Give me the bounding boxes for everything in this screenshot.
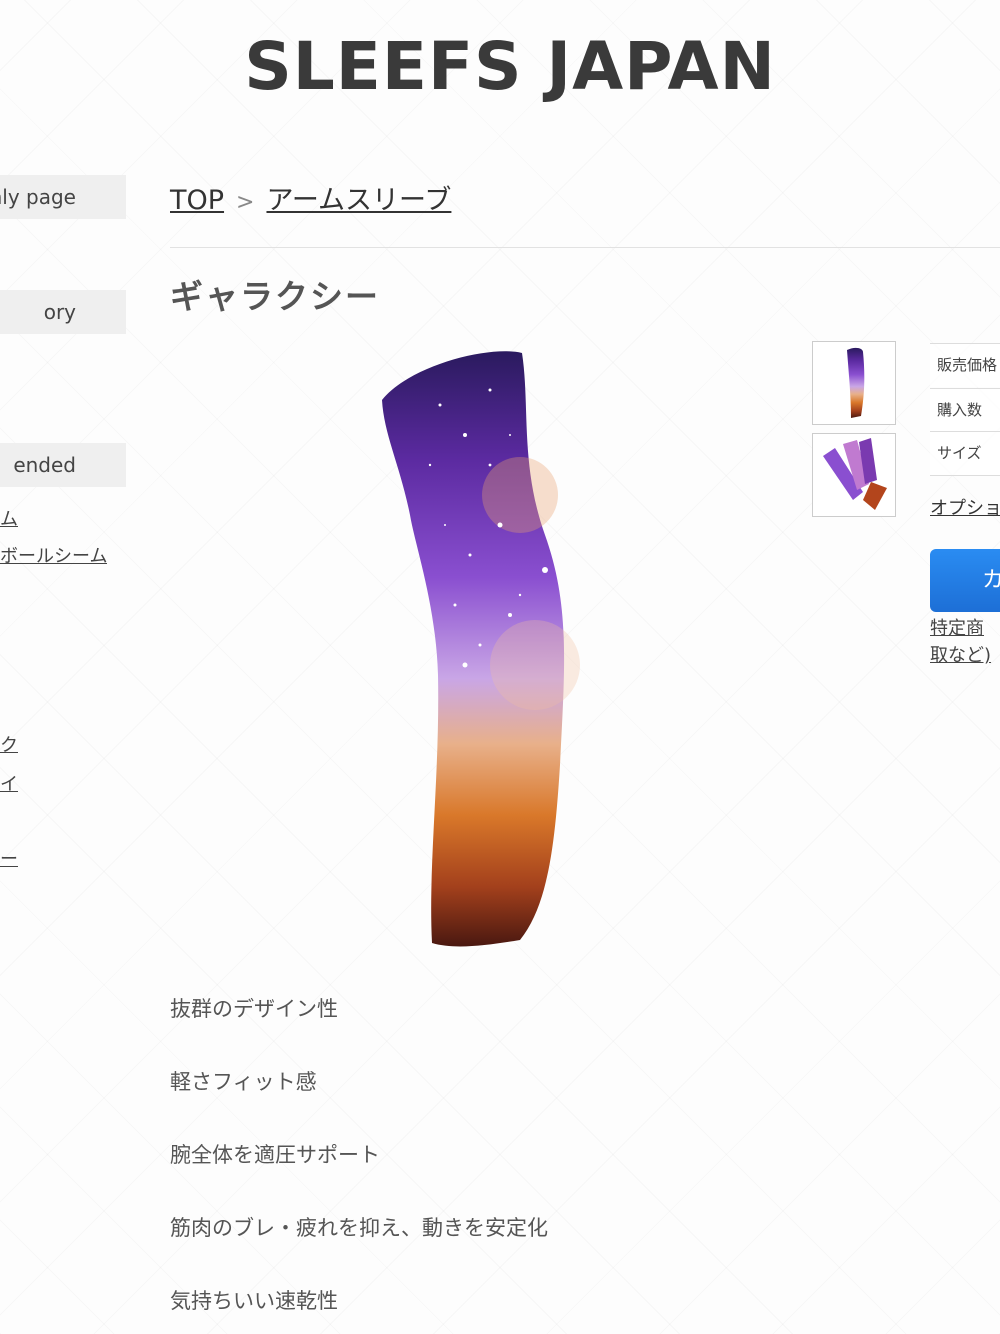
spec-size-label: サイズ xyxy=(930,431,1000,476)
legal-notice-link[interactable]: 特定商取など) xyxy=(930,615,1000,669)
breadcrumb-separator: > xyxy=(236,190,255,215)
sidebar-heading-label: ended xyxy=(13,453,76,477)
product-image[interactable] xyxy=(370,345,600,950)
add-to-cart-button[interactable]: カ xyxy=(930,549,1000,612)
breadcrumb-home-link[interactable]: TOP xyxy=(170,185,224,216)
feature-text: 抜群のデザイン性 xyxy=(170,997,338,1021)
sidebar-heading-label: ory xyxy=(43,300,76,324)
breadcrumb: TOP > アームスリーブ xyxy=(170,178,451,217)
sidebar-heading-label: nly page xyxy=(0,185,76,209)
sidebar-link[interactable]: イ xyxy=(0,770,18,796)
sidebar-link[interactable]: ク xyxy=(0,731,18,757)
product-thumbnail[interactable] xyxy=(812,341,896,425)
sidebar-heading-category: ory xyxy=(0,290,126,334)
sidebar-heading-members: nly page xyxy=(0,175,126,219)
page: SLEEFS JAPAN nly page ory ended ム ボールシーム… xyxy=(0,0,1000,1334)
option-link[interactable]: オプショ xyxy=(930,494,1000,520)
breadcrumb-category-link[interactable]: アームスリーブ xyxy=(266,185,451,216)
site-title[interactable]: SLEEFS JAPAN xyxy=(0,28,1000,105)
feature-text: 筋肉のブレ・疲れを抑え、動きを安定化 xyxy=(170,1216,548,1240)
feature-text: 腕全体を適圧サポート xyxy=(170,1143,380,1167)
feature-text: 軽さフィット感 xyxy=(170,1070,317,1094)
spec-quantity-label: 購入数 xyxy=(930,388,1000,432)
spec-price-label: 販売価格 xyxy=(930,343,1000,387)
feature-text: 気持ちいい速乾性 xyxy=(170,1289,338,1313)
divider xyxy=(170,247,1000,248)
sidebar-link[interactable]: ム xyxy=(0,505,18,531)
sidebar-link[interactable]: ボールシーム xyxy=(0,542,107,568)
product-title: ギャラクシー xyxy=(170,277,380,316)
sidebar-link[interactable]: ー xyxy=(0,845,18,871)
sidebar-heading-recommended: ended xyxy=(0,443,126,487)
product-thumbnail[interactable] xyxy=(812,433,896,517)
